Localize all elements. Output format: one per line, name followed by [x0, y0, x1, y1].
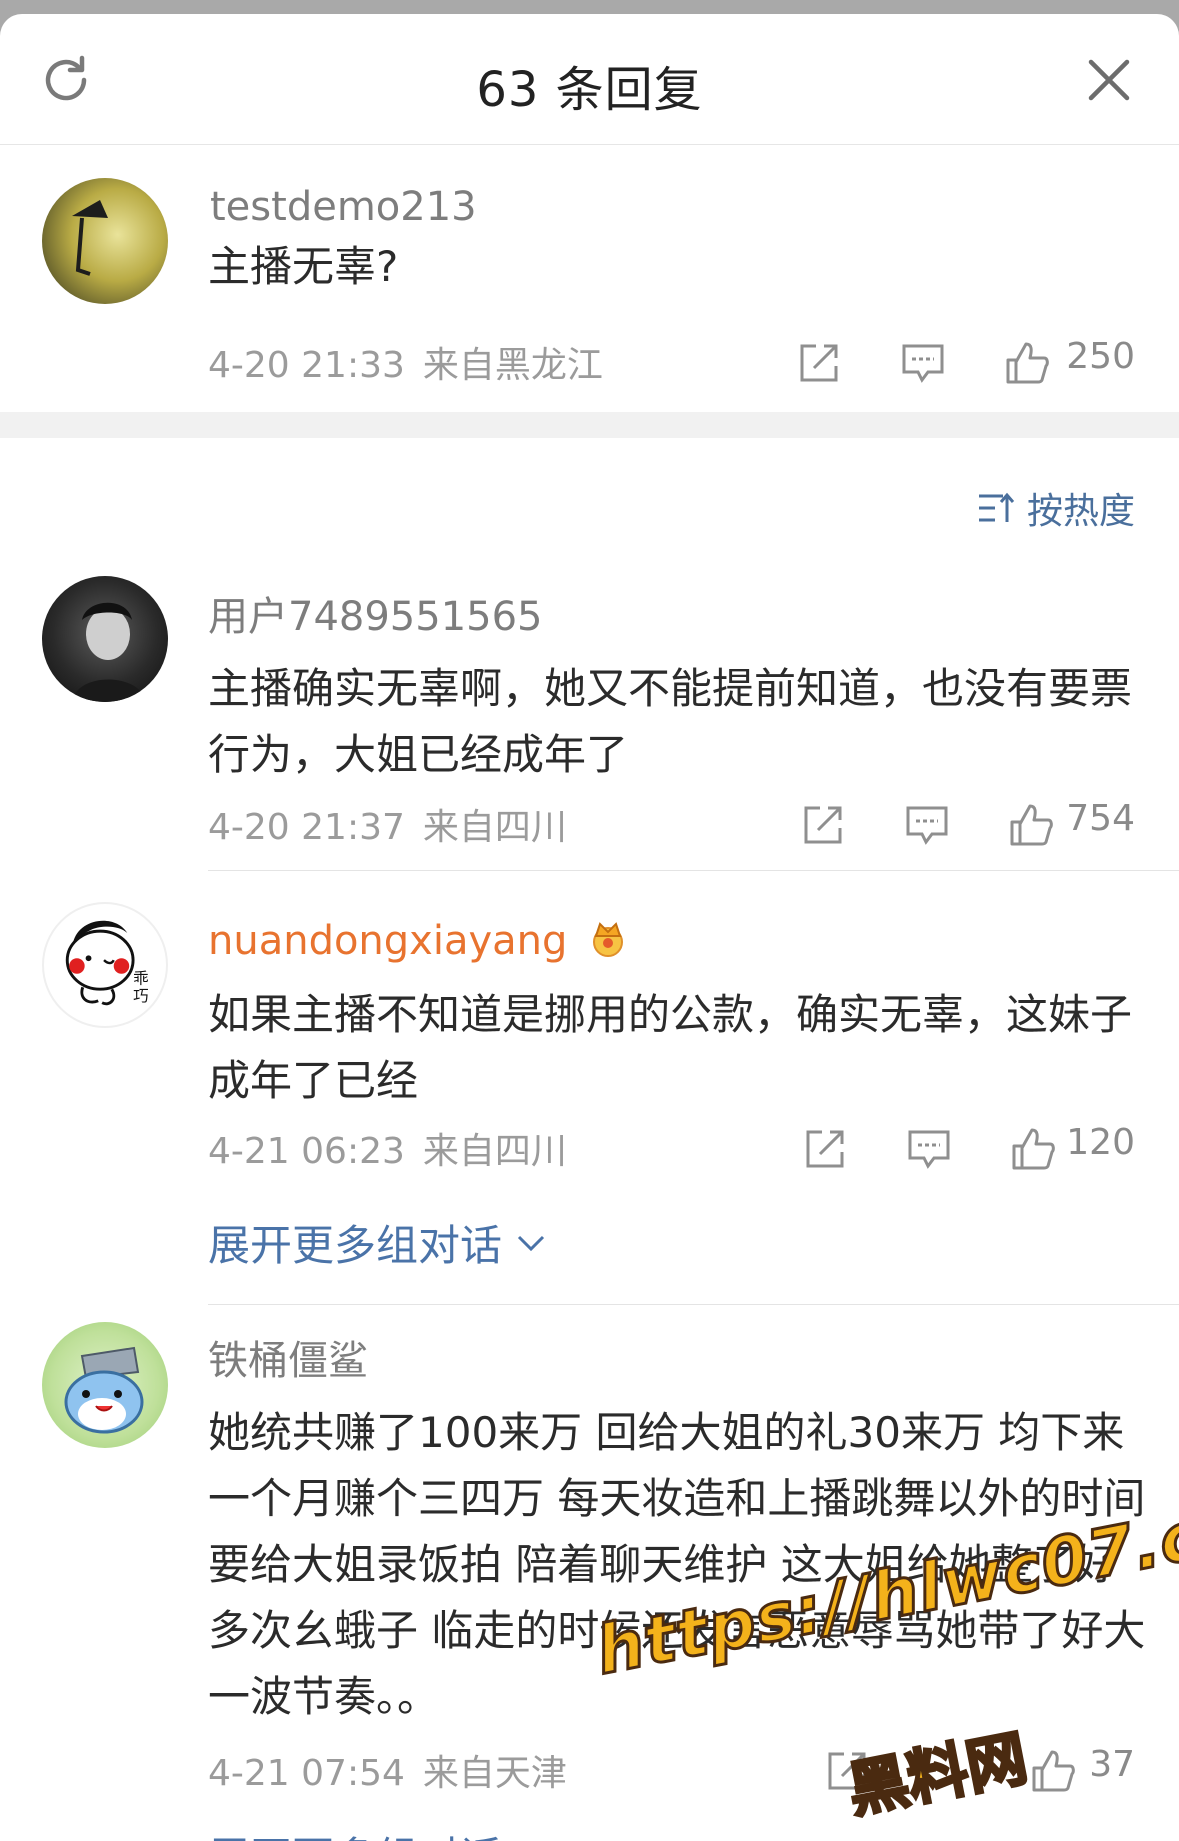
- comment-location: 来自黑龙江: [422, 345, 603, 386]
- like-icon[interactable]: [1004, 340, 1050, 386]
- share-icon[interactable]: [800, 802, 846, 848]
- page-title: 63 条回复: [476, 62, 703, 118]
- reply-username[interactable]: 用户7489551565: [208, 584, 543, 642]
- portrait-avatar-image: [72, 602, 146, 702]
- reply-username-text: nuandongxiayang: [208, 918, 568, 964]
- expand-label: 展开更多组对话: [208, 1824, 502, 1841]
- comment-icon[interactable]: [904, 802, 950, 848]
- replies-sheet: 63 条回复 testdemo213 主播无辜? 4-20 21:33 来自黑龙江…: [0, 14, 1179, 1841]
- expand-conversation-link[interactable]: 展开更多组对话: [208, 1212, 546, 1273]
- divider: [208, 870, 1179, 871]
- avatar[interactable]: [42, 1322, 168, 1448]
- comment-username[interactable]: testdemo213: [210, 184, 477, 230]
- share-icon[interactable]: [802, 1126, 848, 1172]
- sheet-header: 63 条回复: [0, 14, 1179, 145]
- like-count: 37: [1089, 1744, 1135, 1785]
- section-gap: [0, 412, 1179, 438]
- divider: [208, 1304, 1179, 1305]
- like-count: 754: [1066, 798, 1135, 839]
- reply-meta: 4-21 06:23 来自四川: [208, 1122, 567, 1174]
- sort-label: 按热度: [1026, 491, 1135, 532]
- avatar[interactable]: [42, 178, 168, 304]
- like-count: 250: [1066, 336, 1135, 377]
- reply-time: 4-21 06:23: [208, 1131, 405, 1172]
- expand-label: 展开更多组对话: [208, 1221, 503, 1270]
- reply-meta: 4-20 21:37 来自四川: [208, 798, 567, 850]
- reply-time: 4-20 21:37: [208, 807, 405, 848]
- reply-location: 来自天津: [422, 1753, 567, 1794]
- like-icon[interactable]: [1030, 1748, 1076, 1794]
- crown-icon: [593, 922, 624, 957]
- avatar[interactable]: 乖 巧: [42, 902, 168, 1028]
- reply-time: 4-21 07:54: [208, 1753, 405, 1794]
- comment-text: 主播无辜?: [208, 242, 399, 291]
- expand-conversation-link[interactable]: 展开更多组对话: [208, 1824, 502, 1841]
- reply-location: 来自四川: [422, 807, 567, 848]
- reply-username[interactable]: nuandongxiayang: [208, 918, 630, 964]
- reply-location: 来自四川: [422, 1131, 567, 1172]
- avatar[interactable]: [42, 576, 168, 702]
- reply-meta: 4-21 07:54 来自天津: [208, 1744, 567, 1796]
- svg-text:巧: 巧: [133, 987, 148, 1005]
- chevron-down-icon: [517, 1235, 545, 1251]
- comment-time: 4-20 21:33: [208, 345, 405, 386]
- share-icon[interactable]: [796, 340, 842, 386]
- like-count: 120: [1066, 1122, 1135, 1163]
- svg-text:乖: 乖: [133, 969, 148, 987]
- reply-text: 如果主播不知道是挪用的公款，确实无辜，这妹子成年了已经: [208, 990, 1133, 1105]
- cartoon-avatar-image: 乖 巧: [65, 920, 149, 1006]
- shark-avatar-image: [64, 1346, 144, 1434]
- sort-icon: [978, 492, 1015, 522]
- comment-meta: 4-20 21:33 来自黑龙江: [208, 336, 603, 388]
- comment-icon[interactable]: [900, 340, 946, 386]
- like-icon[interactable]: [1010, 1126, 1056, 1172]
- like-icon[interactable]: [1008, 802, 1054, 848]
- reply-text: 主播确实无辜啊，她又不能提前知道，也没有要票行为，大姐已经成年了: [208, 664, 1133, 779]
- reply-username[interactable]: 铁桶僵鲨: [208, 1328, 368, 1386]
- comment-icon[interactable]: [906, 1126, 952, 1172]
- sort-button[interactable]: 按热度: [977, 482, 1135, 534]
- close-icon[interactable]: [1083, 54, 1135, 106]
- lamp-avatar-image: [72, 200, 108, 276]
